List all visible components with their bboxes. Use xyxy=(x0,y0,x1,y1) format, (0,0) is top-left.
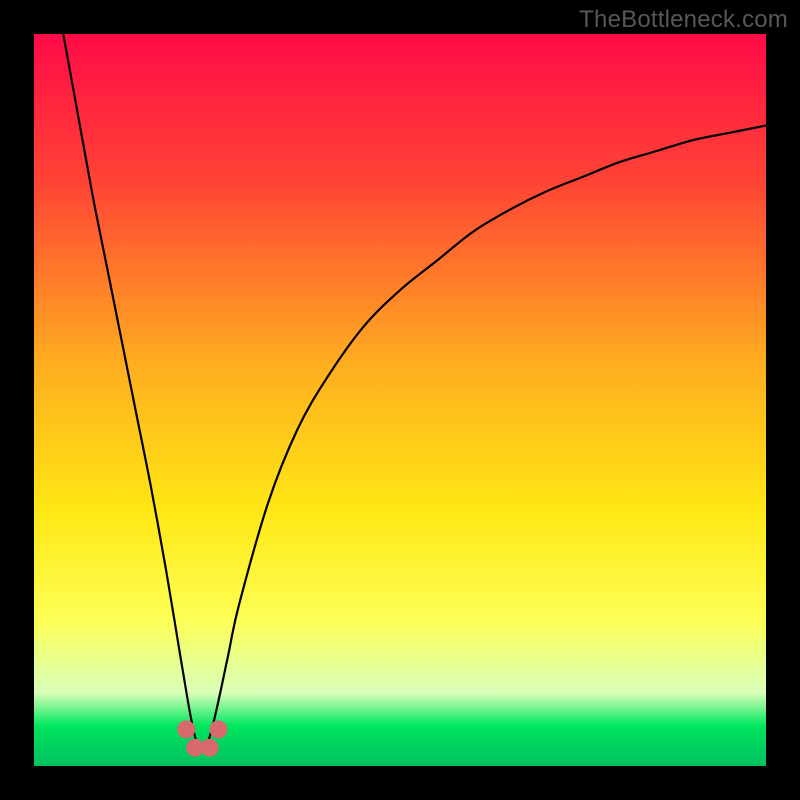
chart-container: TheBottleneck.com xyxy=(0,0,800,800)
curve-marker xyxy=(201,739,219,757)
curve-marker xyxy=(177,720,195,738)
curve-marker xyxy=(209,720,227,738)
watermark-label: TheBottleneck.com xyxy=(579,6,788,34)
plot-background xyxy=(34,34,766,766)
bottleneck-chart xyxy=(0,0,800,800)
